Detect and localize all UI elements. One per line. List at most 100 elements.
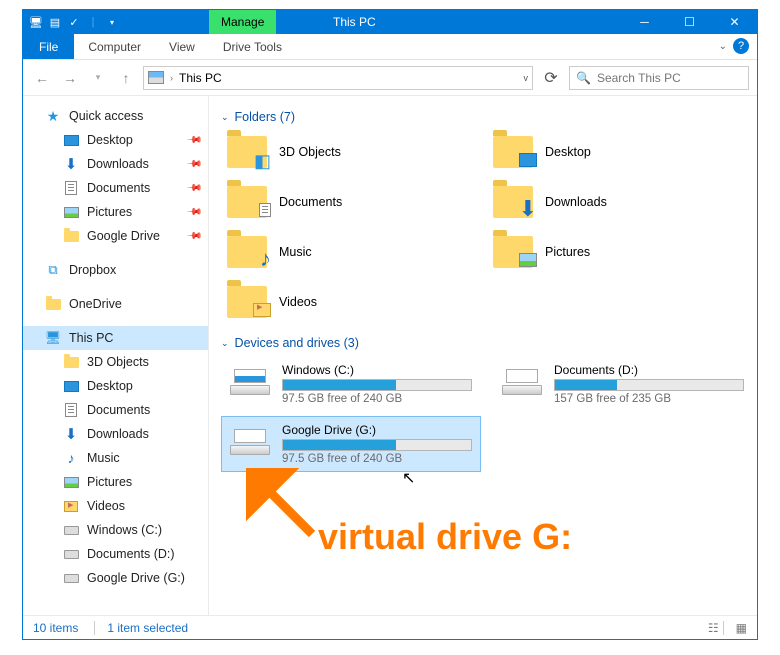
sidebar-onedrive[interactable]: OneDrive xyxy=(23,292,208,316)
star-icon: ★ xyxy=(45,108,61,124)
sidebar-item-desktop[interactable]: Desktop📌 xyxy=(23,128,208,152)
sidebar-item-pictures[interactable]: Pictures xyxy=(23,470,208,494)
status-bar: 10 items 1 item selected ☷ ▦ xyxy=(23,615,757,639)
address-input[interactable] xyxy=(179,71,518,85)
document-icon xyxy=(65,403,77,417)
pc-icon xyxy=(148,71,164,84)
group-header-drives[interactable]: ⌄Devices and drives (3) xyxy=(221,336,753,350)
window-title: This PC xyxy=(333,10,376,34)
sidebar-item-documents[interactable]: Documents xyxy=(23,398,208,422)
folder-icon: ♪ xyxy=(227,236,267,268)
pin-icon: 📌 xyxy=(185,156,202,173)
qat-props-icon[interactable]: ▤ xyxy=(48,15,62,29)
qat-dropdown-icon[interactable]: ▾ xyxy=(105,15,119,29)
forward-button[interactable]: → xyxy=(59,67,81,89)
group-header-folders[interactable]: ⌄Folders (7) xyxy=(221,110,753,124)
chevron-down-icon: ⌄ xyxy=(221,112,229,123)
up-button[interactable]: ↑ xyxy=(115,67,137,89)
refresh-button[interactable]: ⟳ xyxy=(539,68,563,88)
folder-music[interactable]: ♪Music xyxy=(221,230,487,274)
dropbox-icon: ⧉ xyxy=(45,262,61,278)
drive-google-drive-g[interactable]: Google Drive (G:)97.5 GB free of 240 GB xyxy=(221,416,481,472)
pin-icon: 📌 xyxy=(185,204,202,221)
sidebar-item-music[interactable]: ♪Music xyxy=(23,446,208,470)
drive-icon xyxy=(228,365,272,395)
sidebar-item-3d-objects[interactable]: 3D Objects xyxy=(23,350,208,374)
tiles-view-button[interactable]: ▦ xyxy=(723,621,747,635)
sidebar-item-desktop[interactable]: Desktop xyxy=(23,374,208,398)
folder-icon xyxy=(64,231,79,242)
status-selected-count: 1 item selected xyxy=(94,621,188,635)
qat-check-icon[interactable]: ✓ xyxy=(67,15,81,29)
drive-windows-c[interactable]: Windows (C:)97.5 GB free of 240 GB xyxy=(221,356,481,412)
pictures-icon xyxy=(64,207,79,218)
search-box[interactable]: 🔍 Search This PC xyxy=(569,66,749,90)
recent-locations-icon[interactable]: ▾ xyxy=(87,67,109,89)
folder-desktop[interactable]: Desktop xyxy=(487,130,753,174)
desktop-icon xyxy=(64,135,79,146)
ribbon-drive-tools[interactable]: Drive Tools xyxy=(209,34,296,59)
drive-icon xyxy=(64,574,79,583)
sidebar-item-downloads[interactable]: ⬇Downloads xyxy=(23,422,208,446)
search-icon: 🔍 xyxy=(576,71,591,85)
minimize-button[interactable]: ─ xyxy=(622,10,667,34)
manage-context-tab[interactable]: Manage xyxy=(209,10,276,34)
ribbon-computer[interactable]: Computer xyxy=(74,34,155,59)
status-item-count: 10 items xyxy=(33,621,78,635)
pc-icon: 🖥 xyxy=(29,15,43,29)
folder-icon xyxy=(64,357,79,368)
pin-icon: 📌 xyxy=(185,132,202,149)
drive-documents-d[interactable]: Documents (D:)157 GB free of 235 GB xyxy=(493,356,753,412)
pin-icon: 📌 xyxy=(185,228,202,245)
sidebar-item-downloads[interactable]: ⬇Downloads📌 xyxy=(23,152,208,176)
sidebar-item-google-drive-g[interactable]: Google Drive (G:) xyxy=(23,566,208,590)
ribbon-file[interactable]: File xyxy=(23,34,74,59)
folder-videos[interactable]: Videos xyxy=(221,280,487,324)
download-icon: ⬇ xyxy=(63,156,79,172)
ribbon-view[interactable]: View xyxy=(155,34,209,59)
close-button[interactable]: ✕ xyxy=(712,10,757,34)
sidebar-item-documents-d[interactable]: Documents (D:) xyxy=(23,542,208,566)
back-button[interactable]: ← xyxy=(31,67,53,89)
titlebar: 🖥 ▤ ✓ | ▾ Manage This PC ─ ☐ ✕ xyxy=(23,10,757,34)
sidebar-item-documents[interactable]: Documents📌 xyxy=(23,176,208,200)
ribbon-collapse-icon[interactable]: ⌄ xyxy=(719,41,727,52)
folder-3d-objects[interactable]: ◧3D Objects xyxy=(221,130,487,174)
folder-icon xyxy=(227,186,267,218)
folder-icon: ⬇ xyxy=(493,186,533,218)
drive-icon xyxy=(500,365,544,395)
sidebar-this-pc[interactable]: 🖥This PC xyxy=(23,326,208,350)
pictures-icon xyxy=(64,477,79,488)
document-icon xyxy=(65,181,77,195)
folder-documents[interactable]: Documents xyxy=(221,180,487,224)
folder-icon xyxy=(46,299,61,310)
desktop-icon xyxy=(64,381,79,392)
folder-downloads[interactable]: ⬇Downloads xyxy=(487,180,753,224)
pc-icon: 🖥 xyxy=(45,330,61,346)
sidebar-dropbox[interactable]: ⧉Dropbox xyxy=(23,258,208,282)
chevron-down-icon: ⌄ xyxy=(221,338,229,349)
navigation-pane: ★Quick access Desktop📌 ⬇Downloads📌 Docum… xyxy=(23,96,209,615)
drive-icon xyxy=(228,425,272,455)
download-icon: ⬇ xyxy=(63,426,79,442)
folder-icon xyxy=(493,236,533,268)
maximize-button[interactable]: ☐ xyxy=(667,10,712,34)
sidebar-item-videos[interactable]: Videos xyxy=(23,494,208,518)
sidebar-quick-access[interactable]: ★Quick access xyxy=(23,104,208,128)
address-bar[interactable]: › v xyxy=(143,66,533,90)
search-placeholder: Search This PC xyxy=(597,71,681,85)
ribbon: File Computer View Drive Tools ⌄ ? xyxy=(23,34,757,60)
music-icon: ♪ xyxy=(63,450,79,466)
pin-icon: 📌 xyxy=(185,180,202,197)
sidebar-item-windows-c[interactable]: Windows (C:) xyxy=(23,518,208,542)
help-icon[interactable]: ? xyxy=(733,38,749,54)
folder-icon: ◧ xyxy=(227,136,267,168)
drive-icon xyxy=(64,526,79,535)
content-area: ⌄Folders (7) ◧3D Objects Desktop Documen… xyxy=(209,96,757,615)
address-dropdown-icon[interactable]: v xyxy=(524,73,529,83)
sidebar-item-pictures[interactable]: Pictures📌 xyxy=(23,200,208,224)
details-view-button[interactable]: ☷ xyxy=(708,621,719,635)
folder-pictures[interactable]: Pictures xyxy=(487,230,753,274)
sidebar-item-google-drive[interactable]: Google Drive📌 xyxy=(23,224,208,248)
folder-icon xyxy=(227,286,267,318)
